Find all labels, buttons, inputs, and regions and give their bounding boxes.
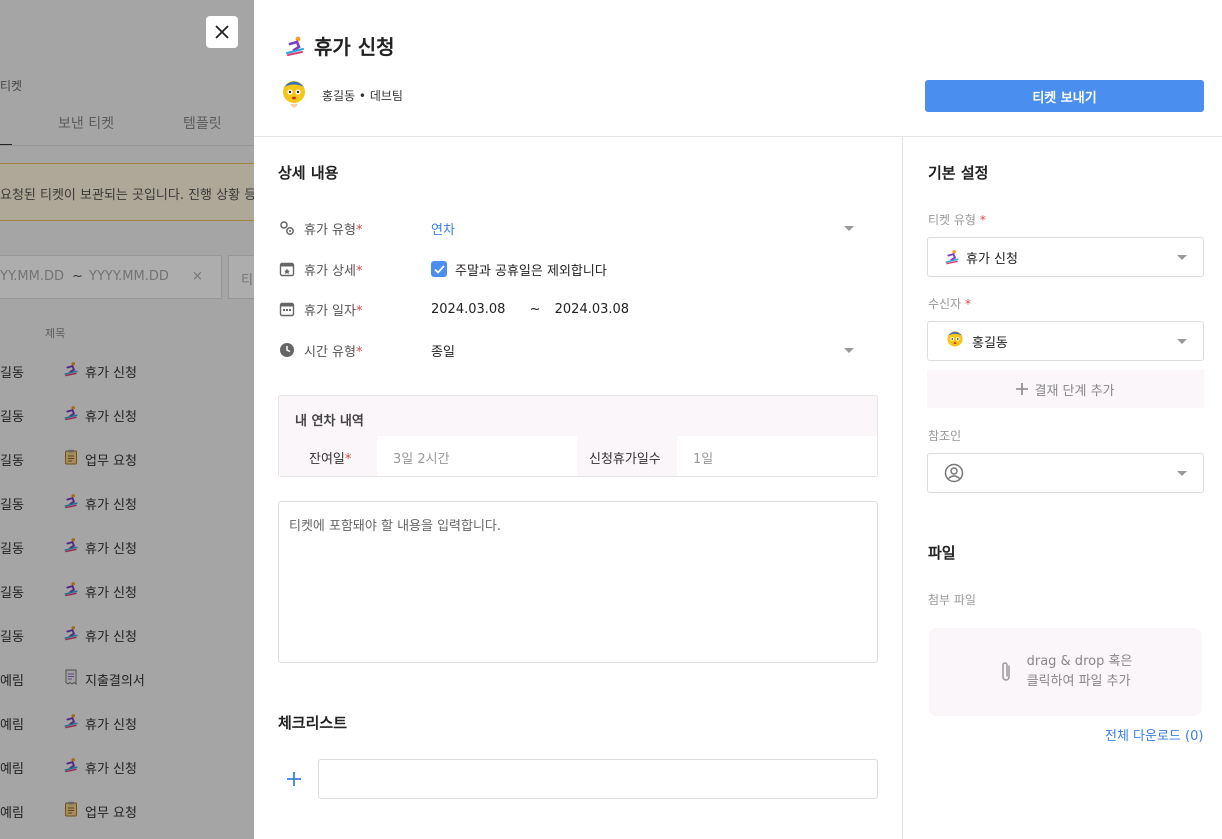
checkbox-checked-icon[interactable] bbox=[431, 261, 447, 277]
calendar-star-icon bbox=[278, 260, 296, 278]
leave-history-heading: 내 연차 내역 bbox=[295, 414, 364, 429]
requester-info: 홍길동 • 데브팀 bbox=[278, 78, 403, 112]
attach-label: 첨부 파일 bbox=[928, 593, 976, 607]
time-type-row[interactable]: 시간 유형* 종일 bbox=[278, 338, 868, 362]
leave-detail-label: 휴가 상세* bbox=[304, 263, 363, 279]
send-ticket-button[interactable]: 티켓 보내기 bbox=[925, 80, 1204, 112]
ticket-type-select[interactable]: 휴가 신청 bbox=[927, 237, 1204, 277]
file-dropzone[interactable]: drag & drop 혹은 클릭하여 파일 추가 bbox=[929, 628, 1202, 716]
avatar bbox=[283, 81, 305, 108]
leave-date-range[interactable]: 2024.03.08 ~ 2024.03.08 bbox=[431, 302, 868, 317]
leave-type-value[interactable]: 연차 bbox=[431, 219, 844, 238]
settings-heading: 기본 설정 bbox=[928, 164, 989, 182]
chevron-down-icon bbox=[1177, 338, 1187, 344]
user-circle-icon bbox=[944, 463, 964, 483]
leave-history-box: 내 연차 내역 잔여일* 3일 2시간 신청휴가일수 1일 bbox=[278, 395, 878, 477]
exclude-holidays-label: 주말과 공휴일은 제외합니다 bbox=[455, 263, 607, 279]
leave-detail-row: 휴가 상세* 주말과 공휴일은 제외합니다 bbox=[278, 257, 868, 281]
time-type-value[interactable]: 종일 bbox=[431, 341, 844, 360]
time-type-label: 시간 유형* bbox=[304, 344, 363, 360]
requested-days-value: 1일 bbox=[677, 436, 877, 476]
dropzone-line2: 클릭하여 파일 추가 bbox=[1026, 674, 1131, 689]
requester-name: 홍길동 • 데브팀 bbox=[322, 88, 403, 103]
plus-icon bbox=[287, 772, 301, 786]
leave-date-sep: ~ bbox=[529, 301, 541, 317]
add-checklist-button[interactable] bbox=[284, 769, 304, 789]
chevron-down-icon bbox=[1177, 254, 1187, 260]
recipient-label: 수신자 * bbox=[928, 297, 971, 311]
add-approval-step-button[interactable]: 결재 단계 추가 bbox=[927, 370, 1204, 408]
leave-date-label: 휴가 일자* bbox=[304, 303, 363, 319]
header-divider bbox=[254, 136, 1222, 137]
download-all-link[interactable]: 전체 다운로드 (0) bbox=[1105, 725, 1203, 744]
chevron-down-icon[interactable] bbox=[844, 347, 854, 353]
recipient-select[interactable]: 홍길동 bbox=[927, 321, 1204, 361]
chevron-down-icon bbox=[1177, 470, 1187, 476]
column-divider bbox=[902, 137, 903, 839]
modal-overlay[interactable] bbox=[0, 0, 254, 839]
plus-icon bbox=[1016, 383, 1029, 395]
skier-icon bbox=[286, 36, 304, 56]
close-icon bbox=[215, 25, 229, 39]
ticket-type-label: 티켓 유형 * bbox=[928, 213, 986, 227]
add-approval-step-label: 결재 단계 추가 bbox=[1034, 383, 1115, 399]
ticket-type-value: 휴가 신청 bbox=[966, 251, 1018, 267]
leave-type-row[interactable]: 휴가 유형* 연차 bbox=[278, 216, 868, 240]
details-heading: 상세 내용 bbox=[278, 164, 339, 182]
checklist-input[interactable] bbox=[318, 759, 878, 799]
settings-icon bbox=[278, 219, 296, 237]
recipient-value: 홍길동 bbox=[972, 335, 1008, 351]
paperclip-icon bbox=[1001, 662, 1010, 681]
dropzone-line1: drag & drop 혹은 bbox=[1026, 654, 1133, 669]
drawer-title: 휴가 신청 bbox=[284, 31, 395, 60]
leave-date-from[interactable]: 2024.03.08 bbox=[431, 302, 505, 317]
leave-type-label: 휴가 유형* bbox=[304, 222, 363, 238]
ticket-drawer: 휴가 신청 홍길동 • 데브팀 티켓 보내기 상세 내용 휴가 유형* 연차 휴… bbox=[254, 0, 1222, 839]
chevron-down-icon[interactable] bbox=[844, 225, 854, 231]
cc-select[interactable] bbox=[927, 453, 1204, 493]
checklist-heading: 체크리스트 bbox=[278, 714, 348, 732]
drawer-title-text: 휴가 신청 bbox=[314, 35, 395, 59]
leave-date-to[interactable]: 2024.03.08 bbox=[555, 302, 629, 317]
avatar bbox=[944, 329, 966, 353]
remaining-days-value: 3일 2시간 bbox=[377, 436, 577, 476]
clock-icon bbox=[278, 341, 296, 359]
cc-label: 참조인 bbox=[928, 429, 962, 443]
calendar-icon bbox=[278, 300, 296, 318]
background-page: 티켓 보낸 티켓 템플릿 요청된 티켓이 보관되는 곳입니다. 진행 상황 등을… bbox=[0, 0, 254, 839]
files-heading: 파일 bbox=[928, 544, 956, 562]
exclude-holidays-checkbox[interactable]: 주말과 공휴일은 제외합니다 bbox=[431, 260, 868, 279]
skier-icon bbox=[944, 249, 960, 265]
ticket-content-textarea[interactable]: 티켓에 포함돼야 할 내용을 입력합니다. bbox=[278, 501, 878, 663]
leave-date-row: 휴가 일자* 2024.03.08 ~ 2024.03.08 bbox=[278, 297, 868, 321]
requested-days-label: 신청휴가일수 bbox=[577, 436, 677, 476]
remaining-days-label: 잔여일* bbox=[279, 436, 377, 476]
close-button[interactable] bbox=[206, 16, 238, 48]
